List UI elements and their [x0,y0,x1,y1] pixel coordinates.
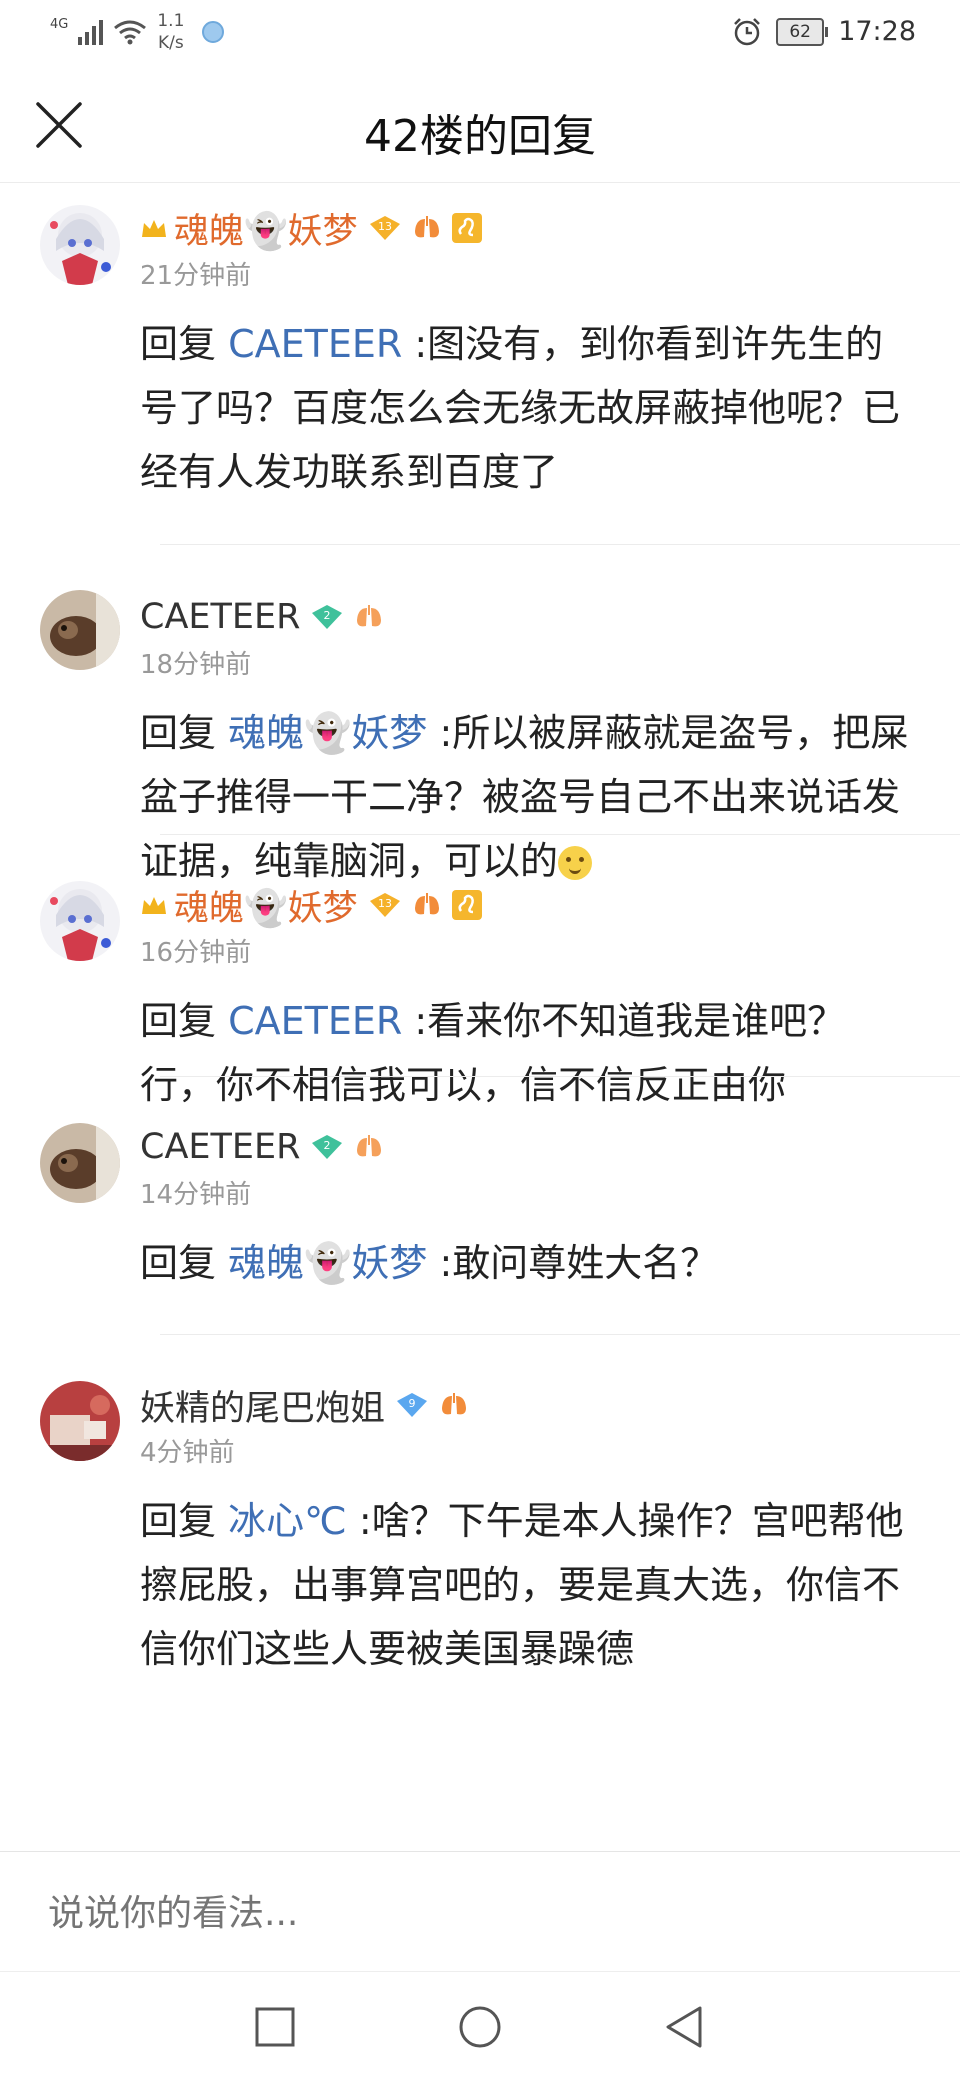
top-bar: 42楼的回复 [0,66,960,183]
zodiac-leo-icon [451,213,482,243]
author-name[interactable]: 魂魄👻妖梦 [174,880,358,931]
mention-link[interactable]: 冰心℃ [228,1499,347,1543]
reply-text: 回复 魂魄👻妖梦 :敢问尊姓大名？ [140,1241,719,1285]
lung-icon [354,1134,384,1160]
network-speed: 1.1 K/s [157,11,185,53]
reply-item[interactable]: 妖精的尾巴炮姐 9 4分钟前 回复 冰心℃ :啥？下午是本人操作？宫吧帮他擦屁股… [0,1335,960,1775]
avatar[interactable] [40,205,120,285]
lung-icon [439,1392,469,1418]
network-type: 4G [50,16,69,32]
clock: 17:28 [838,16,916,47]
author-name[interactable]: CAETEER [140,597,300,637]
avatar[interactable] [40,881,120,961]
svg-text:2: 2 [324,609,331,622]
app-notification-icon [202,21,225,43]
comment-input-bar [0,1851,960,1972]
svg-text:2: 2 [324,1139,331,1152]
author-row: 妖精的尾巴炮姐 9 [140,1377,920,1433]
reply-item[interactable]: 魂魄👻妖梦 13 16分钟前 回复 CAETEER :看来你不知道我是谁吧？行，… [0,835,960,1107]
mention-link[interactable]: CAETEER [228,999,402,1043]
mention-link[interactable]: 魂魄👻妖梦 [228,711,427,755]
crown-icon [142,220,166,237]
status-bar: 4G 1.1 K/s 62 17:28 [0,0,960,66]
reply-list[interactable]: 魂魄👻妖梦 13 21分钟前 回复 CAETEER :图没有，到你看到许先生的号… [0,183,960,1851]
alarm-icon [734,17,761,45]
reply-item[interactable]: CAETEER 2 18分钟前 回复 魂魄👻妖梦 :所以被屏蔽就是盗号，把屎盆子… [0,545,960,883]
avatar[interactable] [40,1123,120,1203]
svg-text:9: 9 [409,1397,416,1410]
signal-icon [78,19,104,45]
lung-icon [354,604,384,630]
lung-icon [412,892,442,918]
system-nav-bar [0,1971,960,2081]
wifi-icon [114,20,147,45]
level-badge-icon: 2 [310,603,344,631]
reply-item[interactable]: 魂魄👻妖梦 13 21分钟前 回复 CAETEER :图没有，到你看到许先生的号… [0,183,960,545]
zodiac-leo-icon [451,890,482,920]
svg-text:13: 13 [378,220,392,233]
crown-icon [142,897,166,914]
post-time: 18分钟前 [140,650,252,680]
level-badge-icon: 13 [368,891,402,919]
avatar[interactable] [40,1381,120,1461]
reply-text: 回复 冰心℃ :啥？下午是本人操作？宫吧帮他擦屁股，出事算宫吧的，要是真大选，你… [140,1499,904,1671]
author-row: CAETEER 2 [140,1119,920,1175]
reply-text: 回复 CAETEER :图没有，到你看到许先生的号了吗？百度怎么会无缘无故屏蔽掉… [140,322,901,494]
avatar[interactable] [40,590,120,670]
author-name[interactable]: 妖精的尾巴炮姐 [140,1380,385,1431]
post-time: 4分钟前 [140,1438,235,1468]
mention-link[interactable]: CAETEER [228,322,402,366]
post-time: 14分钟前 [140,1180,252,1210]
post-time: 21分钟前 [140,261,252,291]
level-badge-icon: 9 [395,1391,429,1419]
author-row: CAETEER 2 [140,589,920,645]
lung-icon [412,215,442,241]
battery-indicator: 62 [776,17,829,46]
svg-text:13: 13 [378,897,392,910]
post-time: 16分钟前 [140,938,252,968]
nav-back-icon[interactable] [660,2002,710,2052]
reply-item[interactable]: CAETEER 2 14分钟前 回复 魂魄👻妖梦 :敢问尊姓大名？ [0,1077,960,1335]
author-row: 魂魄👻妖梦 13 [140,877,920,933]
author-name[interactable]: CAETEER [140,1127,300,1167]
page-title: 42楼的回复 [364,111,596,162]
nav-circle-icon[interactable] [455,2002,505,2052]
level-badge-icon: 2 [310,1133,344,1161]
mention-link[interactable]: 魂魄👻妖梦 [228,1241,427,1285]
nav-square-icon[interactable] [250,2002,300,2052]
author-name[interactable]: 魂魄👻妖梦 [174,203,358,254]
comment-input[interactable] [46,1882,910,1944]
level-badge-icon: 13 [368,214,402,242]
author-row: 魂魄👻妖梦 13 [140,200,920,256]
